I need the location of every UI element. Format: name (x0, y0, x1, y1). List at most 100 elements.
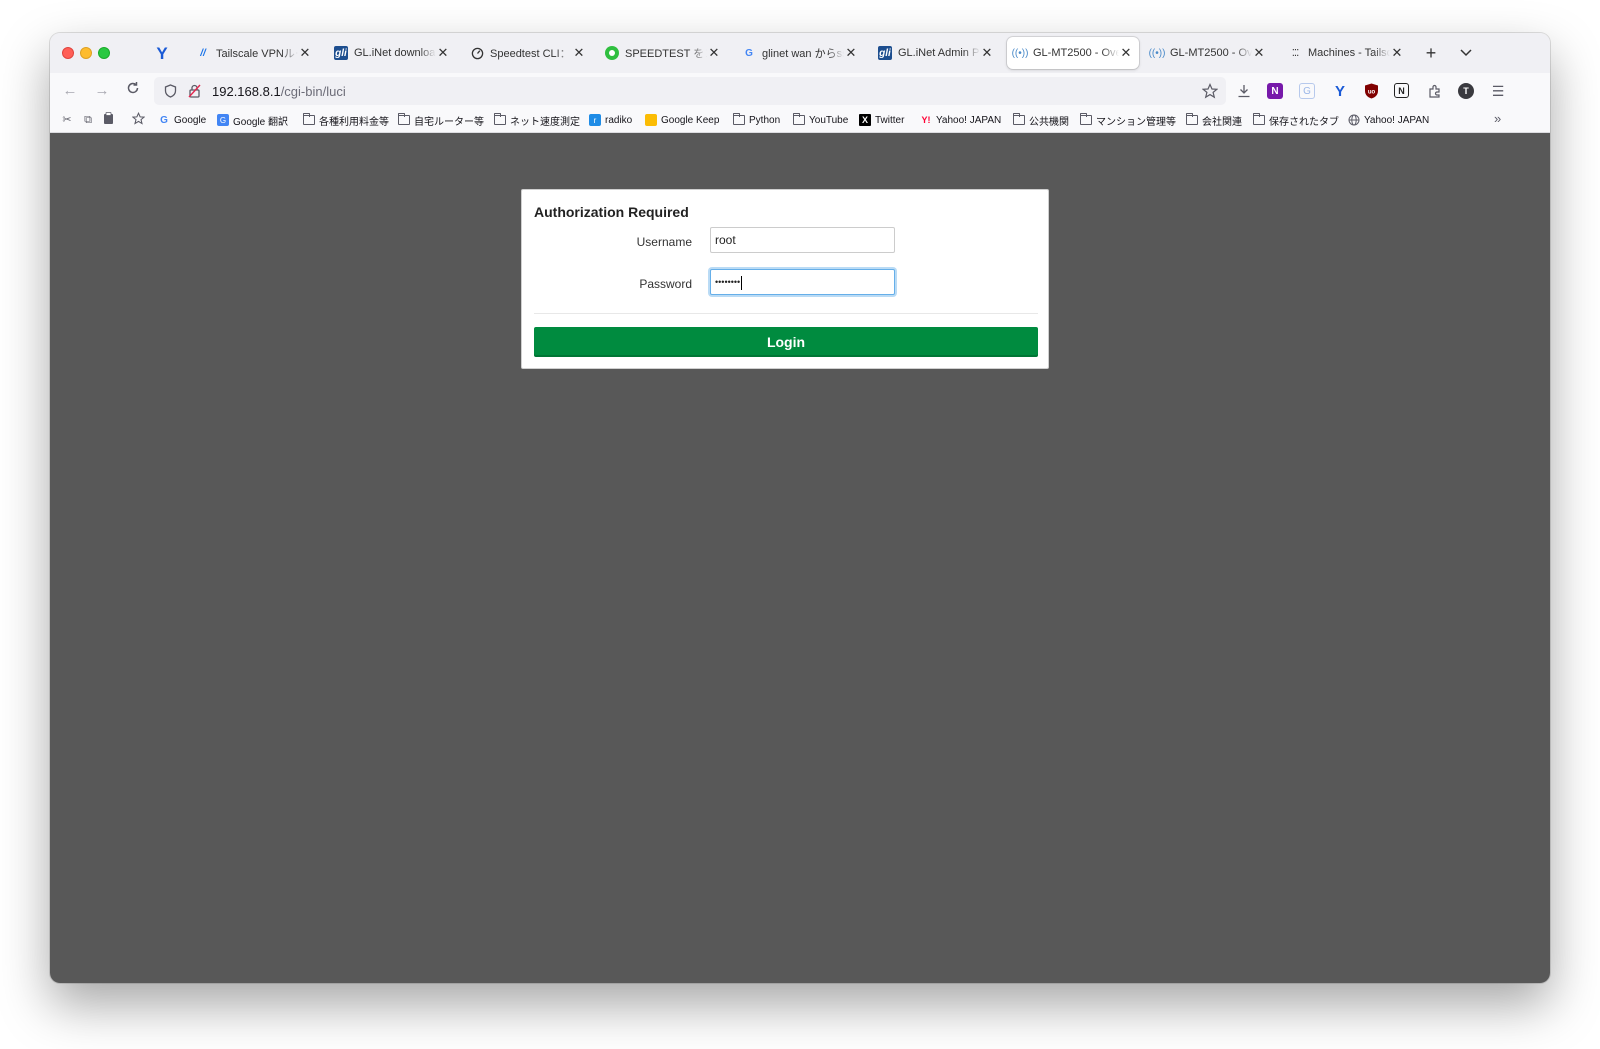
password-label: Password (639, 277, 692, 291)
insecure-lock-icon[interactable] (186, 83, 202, 99)
bookmark-item[interactable]: Y! Yahoo! JAPAN (920, 112, 1002, 128)
bookmark-item[interactable]: G Google 翻訳 (217, 112, 288, 128)
password-input[interactable]: •••••••• (710, 269, 895, 295)
minimize-window-button[interactable] (80, 47, 92, 59)
ublock-origin-icon[interactable]: uo (1362, 82, 1380, 100)
glinet-icon: gli (878, 46, 892, 60)
tab-title: Tailscale VPNルーター (216, 48, 298, 60)
folder-icon (733, 113, 745, 126)
close-tab-icon[interactable]: ✕ (1252, 46, 1266, 60)
list-all-tabs-button[interactable] (1456, 43, 1476, 63)
account-avatar[interactable]: T (1458, 83, 1474, 99)
maximize-window-button[interactable] (98, 47, 110, 59)
forward-button[interactable]: → (91, 80, 113, 102)
onenote-extension-icon[interactable]: N (1267, 83, 1283, 99)
tab[interactable]: Speedtest CLI：コ ✕ (464, 37, 592, 69)
bookmarks-overflow-chevron-icon[interactable]: » (1494, 111, 1501, 126)
radio-icon: ((•)) (1148, 47, 1166, 59)
tab-title: Machines - Tailscale (1308, 47, 1390, 59)
bookmark-folder[interactable]: 会社関連 (1186, 112, 1242, 128)
notion-letter: N (1398, 85, 1405, 96)
close-tab-icon[interactable]: ✕ (1390, 46, 1404, 60)
bookmark-folder[interactable]: マンション管理等 (1080, 112, 1176, 128)
close-tab-icon[interactable]: ✕ (572, 46, 586, 60)
tab[interactable]: ((•)) GL-MT2500 - Over ✕ (1144, 37, 1272, 69)
bookmark-folder[interactable]: 自宅ルーター等 (398, 112, 484, 128)
reload-button[interactable] (122, 80, 144, 102)
username-label: Username (636, 235, 692, 249)
login-title: Authorization Required (534, 204, 689, 220)
bookmark-label: ネット速度測定 (510, 116, 580, 128)
bookmark-folder[interactable]: ネット速度測定 (494, 112, 580, 128)
tracking-protection-shield-icon[interactable] (162, 83, 178, 99)
bookmark-folder[interactable]: 各種利用料金等 (303, 112, 389, 128)
yahoo-icon: Y! (921, 115, 931, 125)
folder-icon (494, 113, 506, 126)
bookmark-item[interactable]: r radiko (589, 112, 632, 128)
onenote-letter: N (1271, 85, 1279, 97)
bookmark-label: Twitter (875, 114, 905, 126)
tab-title: GL.iNet download (354, 47, 436, 59)
url-bar[interactable]: 192.168.8.1/cgi-bin/luci (154, 77, 1226, 105)
bookmark-folder[interactable]: Python (733, 112, 780, 128)
new-tab-button[interactable]: + (1421, 43, 1441, 63)
tab[interactable]: SPEEDTEST をコン ✕ (599, 37, 727, 69)
grammarly-extension-icon[interactable]: G (1299, 83, 1315, 99)
close-tab-icon[interactable]: ✕ (980, 46, 994, 60)
menu-hamburger-icon[interactable]: ☰ (1489, 82, 1507, 100)
folder-icon (303, 113, 315, 126)
login-button[interactable]: Login (534, 327, 1038, 357)
keep-icon (645, 114, 657, 126)
tab[interactable]: G glinet wan からssh ✕ (736, 37, 864, 69)
bookmark-label: radiko (605, 114, 633, 126)
tab-strip: Y // Tailscale VPNルーター ✕ gli GL.iNet dow… (50, 33, 1550, 73)
tab-title: GL-MT2500 - Over (1170, 47, 1252, 59)
radio-icon: ((•)) (1011, 47, 1029, 59)
copy-icon[interactable]: ⧉ (81, 112, 95, 128)
tab[interactable]: gli GL.iNet download ✕ (328, 37, 456, 69)
bookmark-label: Yahoo! JAPAN (936, 114, 1002, 126)
vivaldi-extension-icon[interactable]: Y (1331, 82, 1349, 100)
tab[interactable]: ⁚⁚⁚ Machines - Tailscale ✕ (1282, 37, 1410, 69)
radiko-icon: r (589, 114, 601, 126)
bookmark-item[interactable]: Google Keep (645, 112, 719, 128)
extensions-puzzle-icon[interactable] (1426, 82, 1444, 100)
login-dialog: Authorization Required Username Password… (521, 189, 1049, 369)
close-tab-icon[interactable]: ✕ (707, 46, 721, 60)
tab[interactable]: // Tailscale VPNルーター ✕ (190, 37, 318, 69)
cut-icon[interactable]: ✂ (60, 112, 74, 128)
page-content: Authorization Required Username Password… (50, 133, 1550, 983)
divider (534, 313, 1038, 314)
text-cursor (741, 275, 743, 290)
notion-extension-icon[interactable]: N (1394, 83, 1409, 98)
bookmark-label: 自宅ルーター等 (414, 116, 484, 128)
browser-window: Y // Tailscale VPNルーター ✕ gli GL.iNet dow… (50, 33, 1550, 983)
tab-active[interactable]: ((•)) GL-MT2500 - Over ✕ (1007, 37, 1139, 69)
bookmark-item[interactable]: Yahoo! JAPAN (1348, 112, 1429, 128)
bookmark-folder[interactable]: 公共機関 (1013, 112, 1069, 128)
bookmark-folder[interactable]: YouTube (793, 112, 848, 128)
bookmark-star-icon[interactable] (1201, 82, 1219, 100)
close-tab-icon[interactable]: ✕ (1119, 46, 1133, 60)
translate-icon: G (217, 114, 229, 126)
close-tab-icon[interactable]: ✕ (844, 46, 858, 60)
close-window-button[interactable] (62, 47, 74, 59)
url-text: 192.168.8.1/cgi-bin/luci (212, 84, 346, 99)
bookmark-item[interactable]: X Twitter (859, 112, 904, 128)
bookmark-folder[interactable]: 保存されたタブ (1253, 112, 1339, 128)
bookmarks-manager-icon[interactable] (131, 111, 145, 128)
username-input[interactable] (710, 227, 895, 253)
tab-title: Speedtest CLI：コ (490, 48, 572, 60)
bookmarks-toolbar: ✂ ⧉ G Google G Google 翻訳 各種利用料金等 自宅ルーター等 ネ… (50, 107, 1550, 133)
close-tab-icon[interactable]: ✕ (436, 46, 450, 60)
tab[interactable]: gli GL.iNet Admin Pan ✕ (872, 37, 1000, 69)
vivaldi-extension-icon[interactable]: Y (153, 45, 171, 63)
bookmark-label: Google (174, 114, 207, 126)
close-tab-icon[interactable]: ✕ (298, 46, 312, 60)
paste-icon[interactable] (101, 112, 115, 128)
bookmark-label: Yahoo! JAPAN (1364, 114, 1430, 126)
bookmark-item[interactable]: G Google (158, 112, 206, 128)
back-button[interactable]: ← (59, 80, 81, 102)
downloads-icon[interactable] (1235, 82, 1253, 100)
url-host: 192.168.8.1 (212, 83, 281, 99)
